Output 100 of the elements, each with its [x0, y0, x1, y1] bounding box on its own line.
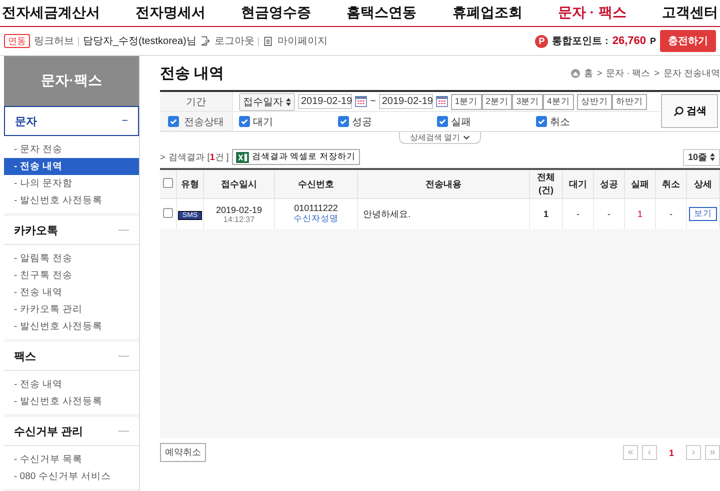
menu-item[interactable]: - 수신거부 목록 [4, 451, 139, 468]
status-checkbox[interactable] [168, 116, 179, 127]
half-year-button[interactable]: 상반기 [576, 94, 612, 110]
detail-search-toggle[interactable]: 상세검색 열기 [398, 132, 482, 144]
column-header: 상세 [694, 178, 712, 188]
sort-arrows-icon [286, 98, 291, 106]
sort-arrows-icon [710, 153, 715, 161]
breadcrumb-item: > [596, 68, 602, 78]
breadcrumb-item: 문자 · 팩스 [606, 66, 650, 80]
date-separator: ~ [370, 96, 376, 107]
menu-item[interactable]: - 전송 내역 [4, 376, 139, 393]
menu-item[interactable]: - 카카오톡 관리 [4, 301, 139, 318]
page-number[interactable]: 1 [660, 448, 682, 458]
quarter-button[interactable]: 2분기 [482, 94, 512, 110]
date-from-field[interactable]: 2019-02-19 [298, 94, 352, 109]
column-header: 실패 [631, 178, 649, 188]
logout-icon [200, 36, 210, 46]
breadcrumb-item: 문자 전송내역 [663, 66, 720, 80]
points-unit: P [650, 36, 656, 46]
status-option-checkbox[interactable] [536, 116, 547, 127]
table-cell: 1 [637, 209, 642, 219]
status-option-label: 실패 [451, 116, 471, 128]
column-header: 성공 [600, 178, 618, 188]
status-option-label: 대기 [253, 116, 273, 128]
chevron-down-icon [463, 135, 470, 140]
half-year-button[interactable]: 하반기 [612, 94, 647, 110]
nav-tab[interactable]: 전자세금계산서 [2, 4, 100, 22]
column-header: 접수일시 [221, 178, 257, 188]
menu-section-header[interactable]: 문자 − [4, 106, 139, 136]
status-option-label: 취소 [550, 116, 570, 128]
mypage-link[interactable]: 마이페이지 [277, 34, 328, 48]
menu-item[interactable]: - 발신번호 사전등록 [4, 192, 139, 209]
column-header: 수신번호 [298, 178, 334, 188]
date-type-select[interactable]: 접수일자 [239, 92, 295, 110]
page-title: 전송 내역 [160, 64, 224, 82]
menu-item[interactable]: - 발신번호 사전등록 [4, 318, 139, 335]
table-cell: - [608, 209, 610, 219]
quarter-button[interactable]: 1분기 [450, 94, 482, 110]
status-option-label: 성공 [352, 116, 372, 128]
menu-item[interactable]: - 발신번호 사전등록 [4, 393, 139, 410]
result-label: 검색결과 [168, 150, 204, 164]
points-value: 26,760 [612, 35, 646, 47]
menu-item[interactable]: - 문자 전송 [4, 141, 139, 158]
row-checkbox[interactable] [163, 208, 173, 218]
status-option-checkbox[interactable] [338, 116, 349, 127]
menu-item[interactable]: - 080 수신거부 서비스 [4, 468, 139, 485]
status-option-checkbox[interactable] [239, 116, 250, 127]
received-time: 14:12:37 [222, 214, 256, 224]
quarter-button[interactable]: 4분기 [543, 94, 574, 110]
calendar-icon[interactable] [436, 96, 448, 107]
received-date: 2019-02-19 [214, 204, 264, 214]
menu-item[interactable]: - 전송 내역 [4, 284, 139, 301]
search-button[interactable]: 검색 [661, 94, 718, 128]
quarter-button[interactable]: 3분기 [512, 94, 544, 110]
calendar-icon[interactable] [355, 96, 367, 107]
menu-section-header[interactable]: 수신거부 관리 — [4, 417, 139, 446]
breadcrumb-item: > [654, 68, 660, 78]
nav-tab[interactable]: 휴폐업조회 [452, 4, 522, 22]
select-all-checkbox[interactable] [163, 178, 173, 188]
cancel-reservation-button[interactable]: 예약취소 [160, 443, 206, 462]
column-header: 전송내용 [426, 178, 462, 188]
view-button[interactable]: 보기 [689, 207, 717, 221]
period-label: 기간 [186, 96, 206, 108]
table-cell: 1 [543, 209, 548, 219]
column-header: 전체 (건) [536, 171, 556, 197]
user-name: 담당자_수정(testkorea)님 [83, 35, 196, 48]
menu-section-header[interactable]: 팩스 — [4, 342, 139, 371]
nav-tab[interactable]: 문자 · 팩스 [558, 4, 626, 22]
sidebar-title: 문자·팩스 [41, 72, 102, 90]
page-size-select[interactable]: 10줄 [682, 148, 720, 166]
table-cell: - [670, 209, 672, 219]
menu-item[interactable]: - 친구톡 전송 [4, 267, 139, 284]
logout-link[interactable]: 로그아웃 [214, 34, 254, 48]
result-arrow: > [160, 152, 166, 162]
spreadsheet-icon [236, 152, 249, 162]
charge-button[interactable]: 충전하기 [660, 30, 716, 52]
home-icon [570, 68, 580, 78]
result-count: [1건 ] [207, 150, 229, 164]
recipient-name-link[interactable]: 수신자성명 [294, 213, 338, 223]
nav-tab[interactable]: 고객센터 [662, 4, 718, 22]
date-to-field[interactable]: 2019-02-19 [378, 94, 433, 109]
nav-tab[interactable]: 홈택스연동 [346, 4, 417, 22]
status-label: 전송상태 [184, 116, 224, 128]
menu-item[interactable]: - 알림톡 전송 [4, 250, 139, 267]
recipient-number: 010111222 [293, 203, 339, 213]
menu-section-header[interactable]: 카카오톡 — [4, 216, 139, 245]
excel-export-button[interactable]: 검색결과 엑셀로 저장하기 [232, 149, 360, 165]
column-header: 유형 [181, 178, 199, 188]
company-name: 링크허브 [34, 35, 74, 48]
column-header: 취소 [662, 178, 680, 188]
link-badge: 연동 [4, 34, 30, 48]
column-header: 대기 [569, 178, 587, 188]
status-option-checkbox[interactable] [437, 116, 448, 127]
nav-tab[interactable]: 전자명세서 [136, 4, 206, 22]
menu-item[interactable]: - 전송 내역 [4, 158, 139, 175]
breadcrumb-item: 홈 [584, 66, 593, 80]
document-icon [263, 36, 274, 46]
nav-tab[interactable]: 현금영수증 [241, 4, 312, 22]
search-icon [672, 106, 684, 116]
menu-item[interactable]: - 나의 문자함 [4, 175, 139, 192]
